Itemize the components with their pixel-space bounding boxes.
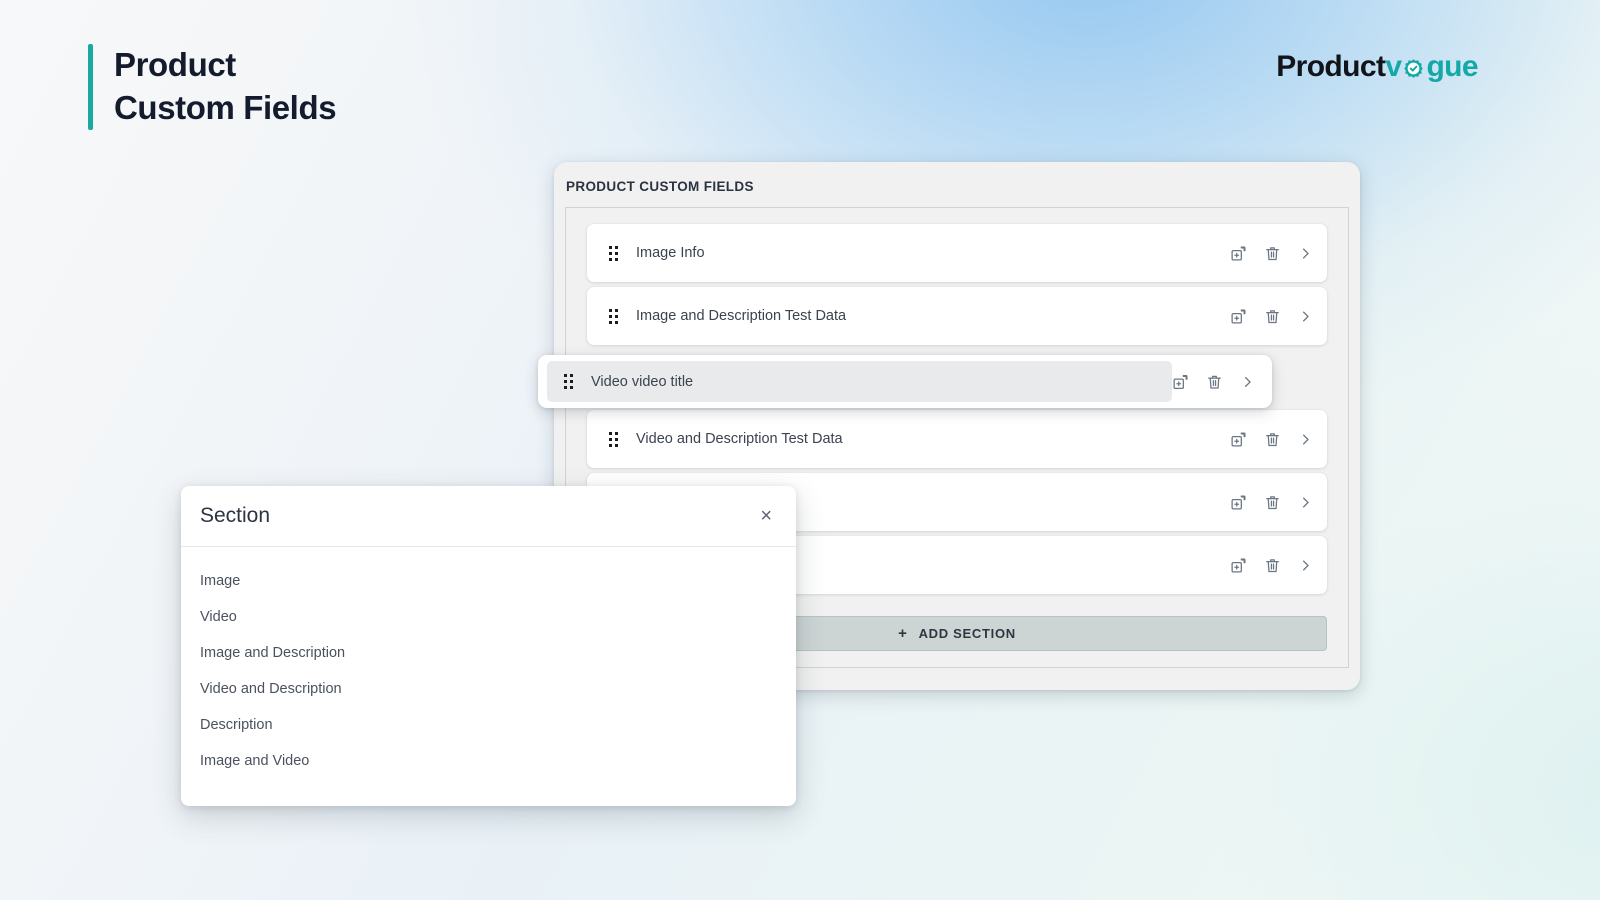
duplicate-icon[interactable] xyxy=(1172,373,1189,390)
row-actions xyxy=(1230,557,1313,574)
drag-handle-icon[interactable] xyxy=(609,432,618,447)
modal-title: Section xyxy=(200,504,754,528)
chevron-right-icon[interactable] xyxy=(1298,309,1313,324)
section-modal: Section × Image Video Image and Descript… xyxy=(181,486,796,806)
row-label: Image and Description Test Data xyxy=(636,308,1230,324)
row-label: Video and Description Test Data xyxy=(636,431,1230,447)
list-item[interactable]: Image and Video xyxy=(181,743,796,779)
modal-header: Section × xyxy=(181,486,796,547)
brand-name-teal-post: gue xyxy=(1426,50,1478,84)
duplicate-icon[interactable] xyxy=(1230,308,1247,325)
trash-icon[interactable] xyxy=(1264,557,1281,574)
verified-badge-icon xyxy=(1401,56,1426,81)
app-background: Product Custom Fields Productv gue PRODU… xyxy=(0,0,1600,900)
row-actions xyxy=(1172,373,1255,390)
brand-logo: Productv gue xyxy=(1276,50,1478,84)
title-accent-bar xyxy=(88,44,93,130)
page-title: Product Custom Fields xyxy=(114,44,336,130)
close-icon[interactable]: × xyxy=(754,502,778,530)
chevron-right-icon[interactable] xyxy=(1298,495,1313,510)
table-row[interactable]: Image Info xyxy=(587,224,1327,282)
trash-icon[interactable] xyxy=(1264,245,1281,262)
chevron-right-icon[interactable] xyxy=(1298,432,1313,447)
card-title: PRODUCT CUSTOM FIELDS xyxy=(566,179,754,194)
table-row[interactable]: Image and Description Test Data xyxy=(587,287,1327,345)
row-actions xyxy=(1230,431,1313,448)
row-actions xyxy=(1230,494,1313,511)
duplicate-icon[interactable] xyxy=(1230,557,1247,574)
list-item[interactable]: Video xyxy=(181,599,796,635)
page-header: Product Custom Fields xyxy=(88,44,336,130)
table-row[interactable]: Video and Description Test Data xyxy=(587,410,1327,468)
add-section-label: ADD SECTION xyxy=(919,626,1016,641)
plus-icon: + xyxy=(898,626,907,641)
list-item[interactable]: Image and Description xyxy=(181,635,796,671)
drag-handle-icon[interactable] xyxy=(609,246,618,261)
brand-name-dark: Product xyxy=(1276,50,1385,84)
row-actions xyxy=(1230,245,1313,262)
row-actions xyxy=(1230,308,1313,325)
trash-icon[interactable] xyxy=(1264,308,1281,325)
trash-icon[interactable] xyxy=(1264,431,1281,448)
duplicate-icon[interactable] xyxy=(1230,494,1247,511)
drag-handle-icon[interactable] xyxy=(564,374,573,389)
row-label: Image Info xyxy=(636,245,1230,261)
dragged-field-row[interactable]: Video video title xyxy=(538,355,1272,408)
chevron-right-icon[interactable] xyxy=(1298,246,1313,261)
trash-icon[interactable] xyxy=(1264,494,1281,511)
trash-icon[interactable] xyxy=(1206,373,1223,390)
list-item[interactable]: Image xyxy=(181,563,796,599)
chevron-right-icon[interactable] xyxy=(1240,374,1255,389)
drag-handle-icon[interactable] xyxy=(609,309,618,324)
row-label: Video video title xyxy=(591,374,1172,390)
section-type-list: Image Video Image and Description Video … xyxy=(181,547,796,779)
dragged-row-body: Video video title xyxy=(547,361,1172,402)
duplicate-icon[interactable] xyxy=(1230,431,1247,448)
list-item[interactable]: Video and Description xyxy=(181,671,796,707)
duplicate-icon[interactable] xyxy=(1230,245,1247,262)
list-item[interactable]: Description xyxy=(181,707,796,743)
brand-name-teal-pre: v xyxy=(1385,50,1401,84)
chevron-right-icon[interactable] xyxy=(1298,558,1313,573)
